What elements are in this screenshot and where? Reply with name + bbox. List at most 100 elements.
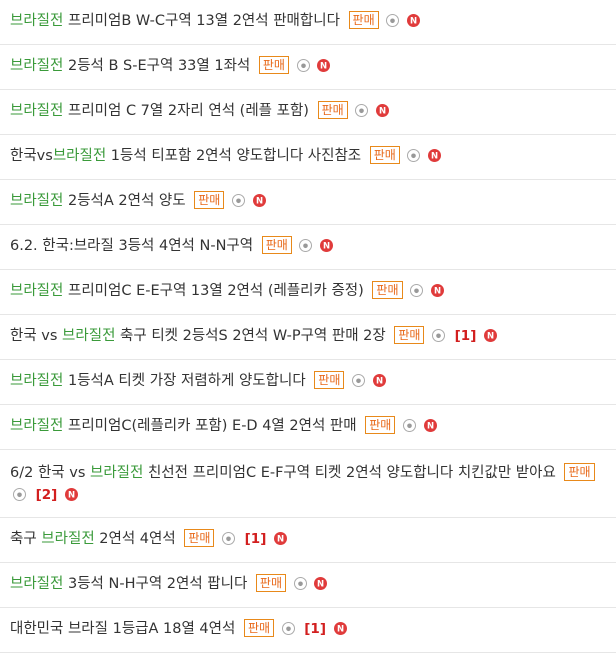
svg-text:N: N bbox=[277, 535, 284, 545]
post-title-suffix[interactable]: 2등석 B S-E구역 33열 1좌석 bbox=[63, 58, 250, 74]
new-icon: N bbox=[372, 372, 386, 394]
post-title-suffix[interactable]: 2연석 4연석 bbox=[95, 531, 175, 547]
comment-count[interactable]: [1] bbox=[455, 328, 477, 344]
list-item[interactable]: 브라질전 2등석A 2연석 양도 판매 N bbox=[0, 180, 616, 225]
list-item[interactable]: 한국 vs 브라질전 축구 티켓 2등석S 2연석 W-P구역 판매 2장 판매… bbox=[0, 315, 616, 360]
list-item[interactable]: 브라질전 프리미엄C(레플리카 포함) E-D 4열 2연석 판매 판매 N bbox=[0, 405, 616, 450]
camera-icon bbox=[386, 12, 400, 34]
new-icon: N bbox=[317, 57, 331, 79]
new-icon: N bbox=[252, 192, 266, 214]
new-icon: N bbox=[483, 327, 497, 349]
post-title-keyword[interactable]: 브라질전 bbox=[10, 576, 63, 592]
camera-icon bbox=[281, 620, 295, 642]
post-title-keyword[interactable]: 브라질전 bbox=[10, 373, 63, 389]
svg-text:N: N bbox=[337, 625, 344, 635]
svg-text:N: N bbox=[255, 197, 262, 207]
sale-badge: 판매 bbox=[194, 191, 225, 209]
camera-icon bbox=[407, 147, 421, 169]
post-title-keyword[interactable]: 브라질전 bbox=[10, 418, 63, 434]
svg-text:N: N bbox=[410, 17, 417, 27]
sale-badge: 판매 bbox=[258, 56, 289, 74]
new-icon: N bbox=[333, 620, 347, 642]
sale-badge: 판매 bbox=[365, 416, 396, 434]
svg-text:N: N bbox=[487, 332, 494, 342]
post-title-keyword[interactable]: 브라질전 bbox=[10, 193, 63, 209]
post-title-keyword[interactable]: 브라질전 bbox=[10, 13, 63, 29]
svg-text:N: N bbox=[320, 62, 327, 72]
post-list: 브라질전 프리미엄B W-C구역 13열 2연석 판매합니다 판매 N 브라질전… bbox=[0, 0, 616, 653]
list-item[interactable]: 브라질전 프리미엄C E-E구역 13열 2연석 (레플리카 증정) 판매 N bbox=[0, 270, 616, 315]
camera-icon bbox=[432, 327, 446, 349]
post-title-suffix[interactable]: 3등석 N-H구역 2연석 팝니다 bbox=[63, 576, 247, 592]
post-title-suffix[interactable]: 프리미엄C(레플리카 포함) E-D 4열 2연석 판매 bbox=[63, 418, 357, 434]
list-item[interactable]: 브라질전 2등석 B S-E구역 33열 1좌석 판매 N bbox=[0, 45, 616, 90]
svg-text:N: N bbox=[379, 107, 386, 117]
post-title-prefix[interactable]: 한국vs bbox=[10, 148, 53, 164]
new-icon: N bbox=[320, 237, 334, 259]
list-item[interactable]: 한국vs브라질전 1등석 티포함 2연석 양도합니다 사진참조 판매 N bbox=[0, 135, 616, 180]
post-title-suffix[interactable]: 프리미엄 C 7열 2자리 연석 (레플 포함) bbox=[63, 103, 309, 119]
new-icon: N bbox=[423, 417, 437, 439]
camera-icon bbox=[222, 530, 236, 552]
svg-text:N: N bbox=[426, 422, 433, 432]
camera-icon bbox=[296, 57, 310, 79]
new-icon: N bbox=[406, 12, 420, 34]
post-title-suffix[interactable]: 1등석 티포함 2연석 양도합니다 사진참조 bbox=[106, 148, 361, 164]
post-title-keyword[interactable]: 브라질전 bbox=[53, 148, 106, 164]
camera-icon bbox=[299, 237, 313, 259]
camera-icon bbox=[293, 575, 307, 597]
post-title-keyword[interactable]: 브라질전 bbox=[10, 58, 63, 74]
new-icon: N bbox=[64, 486, 78, 508]
camera-icon bbox=[402, 417, 416, 439]
camera-icon bbox=[351, 372, 365, 394]
new-icon: N bbox=[428, 147, 442, 169]
comment-count[interactable]: [2] bbox=[36, 487, 58, 503]
sale-badge: 판매 bbox=[314, 371, 345, 389]
post-title-keyword[interactable]: 브라질전 bbox=[62, 328, 115, 344]
post-title-keyword[interactable]: 브라질전 bbox=[90, 465, 143, 481]
post-title-keyword[interactable]: 브라질전 bbox=[41, 531, 94, 547]
list-item[interactable]: 브라질전 프리미엄B W-C구역 13열 2연석 판매합니다 판매 N bbox=[0, 0, 616, 45]
list-item[interactable]: 브라질전 1등석A 티켓 가장 저렴하게 양도합니다 판매 N bbox=[0, 360, 616, 405]
post-title-suffix[interactable]: 프리미엄B W-C구역 13열 2연석 판매합니다 bbox=[63, 13, 340, 29]
sale-badge: 판매 bbox=[369, 146, 400, 164]
svg-text:N: N bbox=[317, 580, 324, 590]
svg-text:N: N bbox=[323, 242, 330, 252]
camera-icon bbox=[410, 282, 424, 304]
list-item[interactable]: 6.2. 한국:브라질 3등석 4연석 N-N구역 판매 N bbox=[0, 225, 616, 270]
post-title-suffix[interactable]: 축구 티켓 2등석S 2연석 W-P구역 판매 2장 bbox=[115, 328, 386, 344]
new-icon: N bbox=[430, 282, 444, 304]
post-title-prefix[interactable]: 6.2. 한국:브라질 3등석 4연석 N-N구역 bbox=[10, 238, 253, 254]
post-title-prefix[interactable]: 대한민국 브라질 1등급A 18열 4연석 bbox=[10, 621, 235, 637]
list-item[interactable]: 브라질전 프리미엄 C 7열 2자리 연석 (레플 포함) 판매 N bbox=[0, 90, 616, 135]
camera-icon bbox=[231, 192, 245, 214]
camera-icon bbox=[355, 102, 369, 124]
sale-badge: 판매 bbox=[317, 101, 348, 119]
post-title-prefix[interactable]: 6/2 한국 vs bbox=[10, 465, 90, 481]
comment-count[interactable]: [1] bbox=[245, 531, 267, 547]
post-title-suffix[interactable]: 2등석A 2연석 양도 bbox=[63, 193, 186, 209]
post-title-suffix[interactable]: 프리미엄C E-E구역 13열 2연석 (레플리카 증정) bbox=[63, 283, 364, 299]
list-item[interactable]: 대한민국 브라질 1등급A 18열 4연석 판매 [1] N bbox=[0, 608, 616, 653]
sale-badge: 판매 bbox=[255, 574, 287, 592]
sale-badge: 판매 bbox=[394, 326, 425, 344]
svg-text:N: N bbox=[431, 152, 438, 162]
post-title-prefix[interactable]: 축구 bbox=[10, 531, 41, 547]
comment-count[interactable]: [1] bbox=[304, 621, 326, 637]
post-title-prefix[interactable]: 한국 vs bbox=[10, 328, 62, 344]
svg-text:N: N bbox=[68, 491, 75, 501]
post-title-keyword[interactable]: 브라질전 bbox=[10, 283, 63, 299]
list-item[interactable]: 6/2 한국 vs 브라질전 친선전 프리미엄C E-F구역 티켓 2연석 양도… bbox=[0, 450, 616, 518]
sale-badge: 판매 bbox=[564, 463, 595, 481]
sale-badge: 판매 bbox=[372, 281, 403, 299]
new-icon: N bbox=[273, 530, 287, 552]
post-title-suffix[interactable]: 친선전 프리미엄C E-F구역 티켓 2연석 양도합니다 치킨값만 받아요 bbox=[143, 465, 556, 481]
post-title-suffix[interactable]: 1등석A 티켓 가장 저렴하게 양도합니다 bbox=[63, 373, 306, 389]
svg-text:N: N bbox=[376, 377, 383, 387]
sale-badge: 판매 bbox=[184, 529, 215, 547]
sale-badge: 판매 bbox=[348, 11, 379, 29]
list-item[interactable]: 브라질전 3등석 N-H구역 2연석 팝니다 판매 N bbox=[0, 563, 616, 608]
new-icon: N bbox=[375, 102, 389, 124]
list-item[interactable]: 축구 브라질전 2연석 4연석 판매 [1] N bbox=[0, 518, 616, 563]
post-title-keyword[interactable]: 브라질전 bbox=[10, 103, 63, 119]
